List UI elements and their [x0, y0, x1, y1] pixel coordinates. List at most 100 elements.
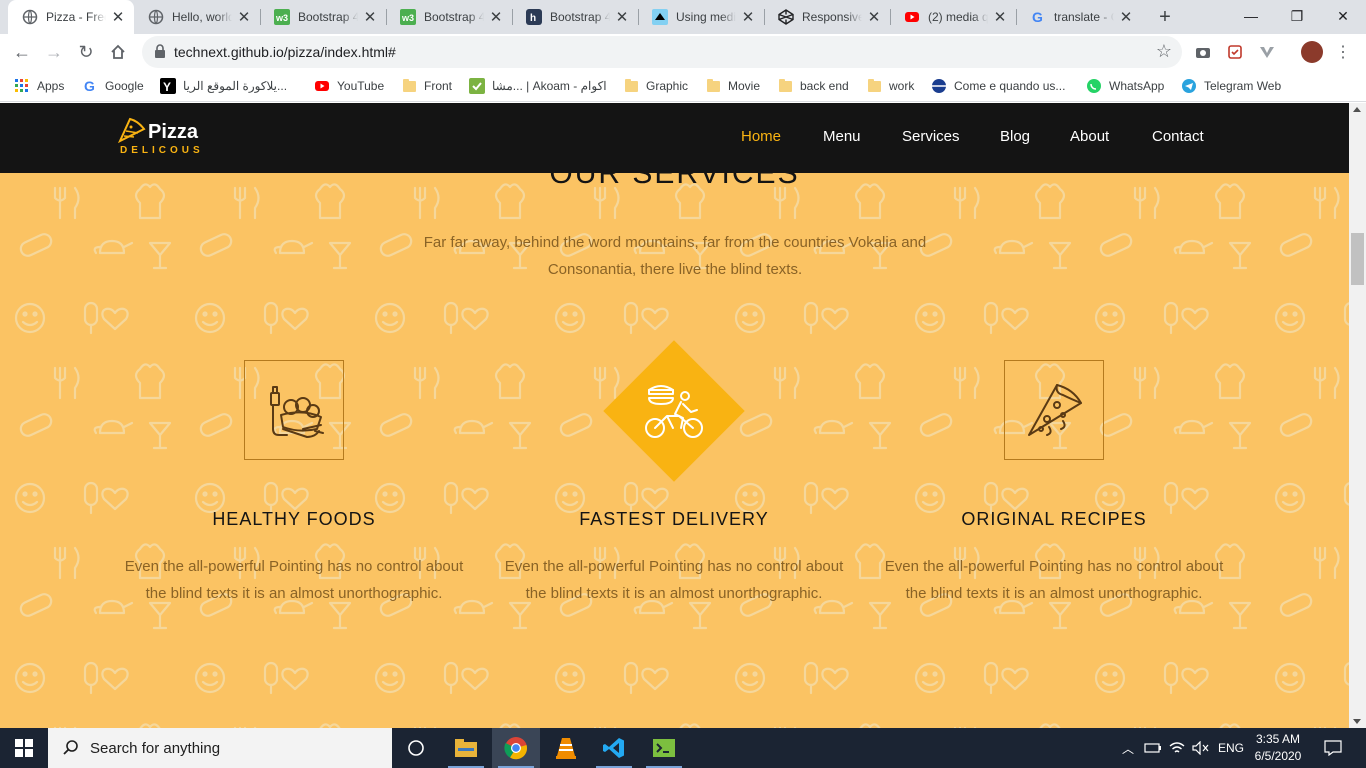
new-tab-button[interactable]: + [1153, 5, 1177, 29]
close-tab-icon[interactable]: ✕ [740, 9, 756, 26]
browser-tab-strip: Pizza - Free Bootstrap 4 Template ✕ Hell… [0, 0, 1366, 34]
google-icon: G [82, 78, 98, 94]
tab-using-media[interactable]: Using media queries ✕ [638, 0, 764, 34]
tab-responsive[interactable]: Responsive Web Design ✕ [764, 0, 890, 34]
globe-icon [22, 9, 38, 25]
close-tab-icon[interactable]: ✕ [488, 9, 504, 26]
taskbar-vlc[interactable] [542, 728, 590, 768]
svg-text:G: G [84, 78, 95, 94]
vlc-icon [556, 738, 576, 759]
profile-avatar[interactable] [1301, 41, 1323, 63]
bookmark-folder-front[interactable]: Front [401, 77, 452, 95]
nav-home[interactable]: Home [741, 128, 781, 145]
taskbar-terminal[interactable] [640, 728, 688, 768]
lock-icon[interactable] [154, 44, 166, 63]
tab-hello-world[interactable]: Hello, world! ✕ [134, 0, 260, 34]
whatsapp-icon [1086, 78, 1102, 94]
nav-about[interactable]: About [1070, 128, 1109, 145]
tab-translate[interactable]: G translate - Google ✕ [1016, 0, 1142, 34]
section-description: Far far away, behind the word mountains,… [423, 234, 927, 278]
site-logo[interactable]: Pizza DELICOUS [117, 117, 200, 156]
folder-icon [777, 78, 793, 94]
tab-bootstrap-1[interactable]: w3 Bootstrap 4 Tutorial ✕ [260, 0, 386, 34]
close-tab-icon[interactable]: ✕ [1118, 9, 1134, 26]
bookmark-star-icon[interactable]: ☆ [1156, 41, 1172, 62]
taskbar-chrome[interactable] [492, 728, 540, 768]
camera-extension-icon[interactable] [1193, 42, 1213, 62]
pizza-logo-icon [117, 117, 146, 144]
clock-date: 6/5/2020 [1254, 749, 1302, 763]
restore-button[interactable]: ❐ [1274, 0, 1320, 32]
site-navbar: Pizza DELICOUS Home Menu Services Blog A… [0, 103, 1349, 173]
folder-icon [866, 78, 882, 94]
forward-button[interactable]: → [40, 38, 68, 66]
start-button[interactable] [0, 728, 48, 768]
bookmark-folder-back-end[interactable]: back end [777, 77, 849, 95]
extension-shield-icon[interactable] [1225, 42, 1245, 62]
close-tab-icon[interactable]: ✕ [110, 9, 126, 26]
service-text-fastest-delivery: Even the all-powerful Pointing has no co… [504, 558, 844, 602]
nav-blog[interactable]: Blog [1000, 128, 1030, 145]
battery-icon[interactable] [1144, 728, 1162, 768]
nav-menu[interactable]: Menu [823, 128, 861, 145]
vscode-icon [603, 738, 624, 758]
minimize-button[interactable]: — [1228, 0, 1274, 32]
folder-icon [705, 78, 721, 94]
notifications-icon[interactable] [1324, 728, 1342, 768]
bookmark-akoam[interactable]: مشا... | Akoam - اكوام [469, 77, 607, 95]
nav-services[interactable]: Services [902, 128, 960, 145]
yalla-icon: Y [160, 78, 176, 94]
taskbar-search-box[interactable]: Search for anything [48, 728, 392, 768]
close-tab-icon[interactable]: ✕ [992, 9, 1008, 26]
close-window-button[interactable]: ✕ [1320, 0, 1366, 32]
task-view-button[interactable] [392, 728, 440, 768]
bookmark-folder-graphic[interactable]: Graphic [623, 77, 688, 95]
chrome-menu-icon[interactable]: ⋮ [1333, 42, 1353, 62]
scrollbar-thumb[interactable] [1351, 233, 1364, 285]
bookmark-folder-work[interactable]: work [866, 77, 914, 95]
close-tab-icon[interactable]: ✕ [362, 9, 378, 26]
close-tab-icon[interactable]: ✕ [866, 9, 882, 26]
volume-muted-icon[interactable] [1192, 728, 1210, 768]
back-button[interactable]: ← [8, 38, 36, 66]
nav-contact[interactable]: Contact [1152, 128, 1204, 145]
tab-bootstrap-2[interactable]: w3 Bootstrap 4 Tutorial ✕ [386, 0, 512, 34]
tab-media-queries[interactable]: (2) media queries ✕ [890, 0, 1016, 34]
page-scrollbar[interactable] [1349, 103, 1366, 728]
bookmark-come-e-quando[interactable]: Come e quando us... [931, 77, 1065, 95]
service-title-original-recipes: ORIGINAL RECIPES [961, 509, 1147, 529]
w3schools-icon: w3 [274, 9, 290, 25]
file-explorer-icon [455, 739, 477, 757]
original-recipes-icon-box [1004, 360, 1104, 460]
bookmark-apps[interactable]: Apps [14, 77, 64, 95]
svg-text:w3: w3 [275, 13, 288, 23]
tab-pizza[interactable]: Pizza - Free Bootstrap 4 Template ✕ [8, 0, 134, 34]
close-tab-icon[interactable]: ✕ [614, 9, 630, 26]
bookmark-folder-movie[interactable]: Movie [705, 77, 760, 95]
bookmark-youtube[interactable]: YouTube [314, 77, 384, 95]
browser-toolbar: ← → ↻ technext.github.io/pizza/index.htm… [0, 34, 1366, 70]
taskbar-vscode[interactable] [590, 728, 638, 768]
service-title-fastest-delivery: FASTEST DELIVERY [579, 509, 769, 529]
taskbar-file-explorer[interactable] [442, 728, 490, 768]
tab-bootstrap-3[interactable]: h Bootstrap 4 Cheat Sheet ✕ [512, 0, 638, 34]
address-bar[interactable]: technext.github.io/pizza/index.html# ☆ [142, 36, 1182, 68]
service-title-healthy-foods: HEALTHY FOODS [212, 509, 376, 529]
search-icon [63, 740, 78, 755]
bookmark-yalla[interactable]: Y يلاكورة الموقع الريا... [160, 77, 287, 95]
close-tab-icon[interactable]: ✕ [236, 9, 252, 26]
show-hidden-icons-icon[interactable]: ︿ [1122, 728, 1134, 768]
codepen-icon [778, 9, 794, 25]
scroll-up-arrow-icon[interactable] [1353, 107, 1361, 112]
reload-button[interactable]: ↻ [72, 38, 100, 66]
bookmark-google[interactable]: G Google [82, 77, 144, 95]
wifi-icon[interactable] [1168, 728, 1186, 768]
home-button[interactable] [104, 38, 132, 66]
url-text[interactable]: technext.github.io/pizza/index.html# [174, 44, 396, 60]
fastest-delivery-icon-box [630, 367, 718, 455]
bookmark-whatsapp[interactable]: WhatsApp [1086, 77, 1164, 95]
bookmark-telegram[interactable]: Telegram Web [1181, 77, 1281, 95]
vpn-extension-icon[interactable] [1257, 42, 1277, 62]
system-clock[interactable]: 3:35 AM 6/5/2020 [1240, 731, 1316, 765]
scroll-down-arrow-icon[interactable] [1353, 719, 1361, 724]
